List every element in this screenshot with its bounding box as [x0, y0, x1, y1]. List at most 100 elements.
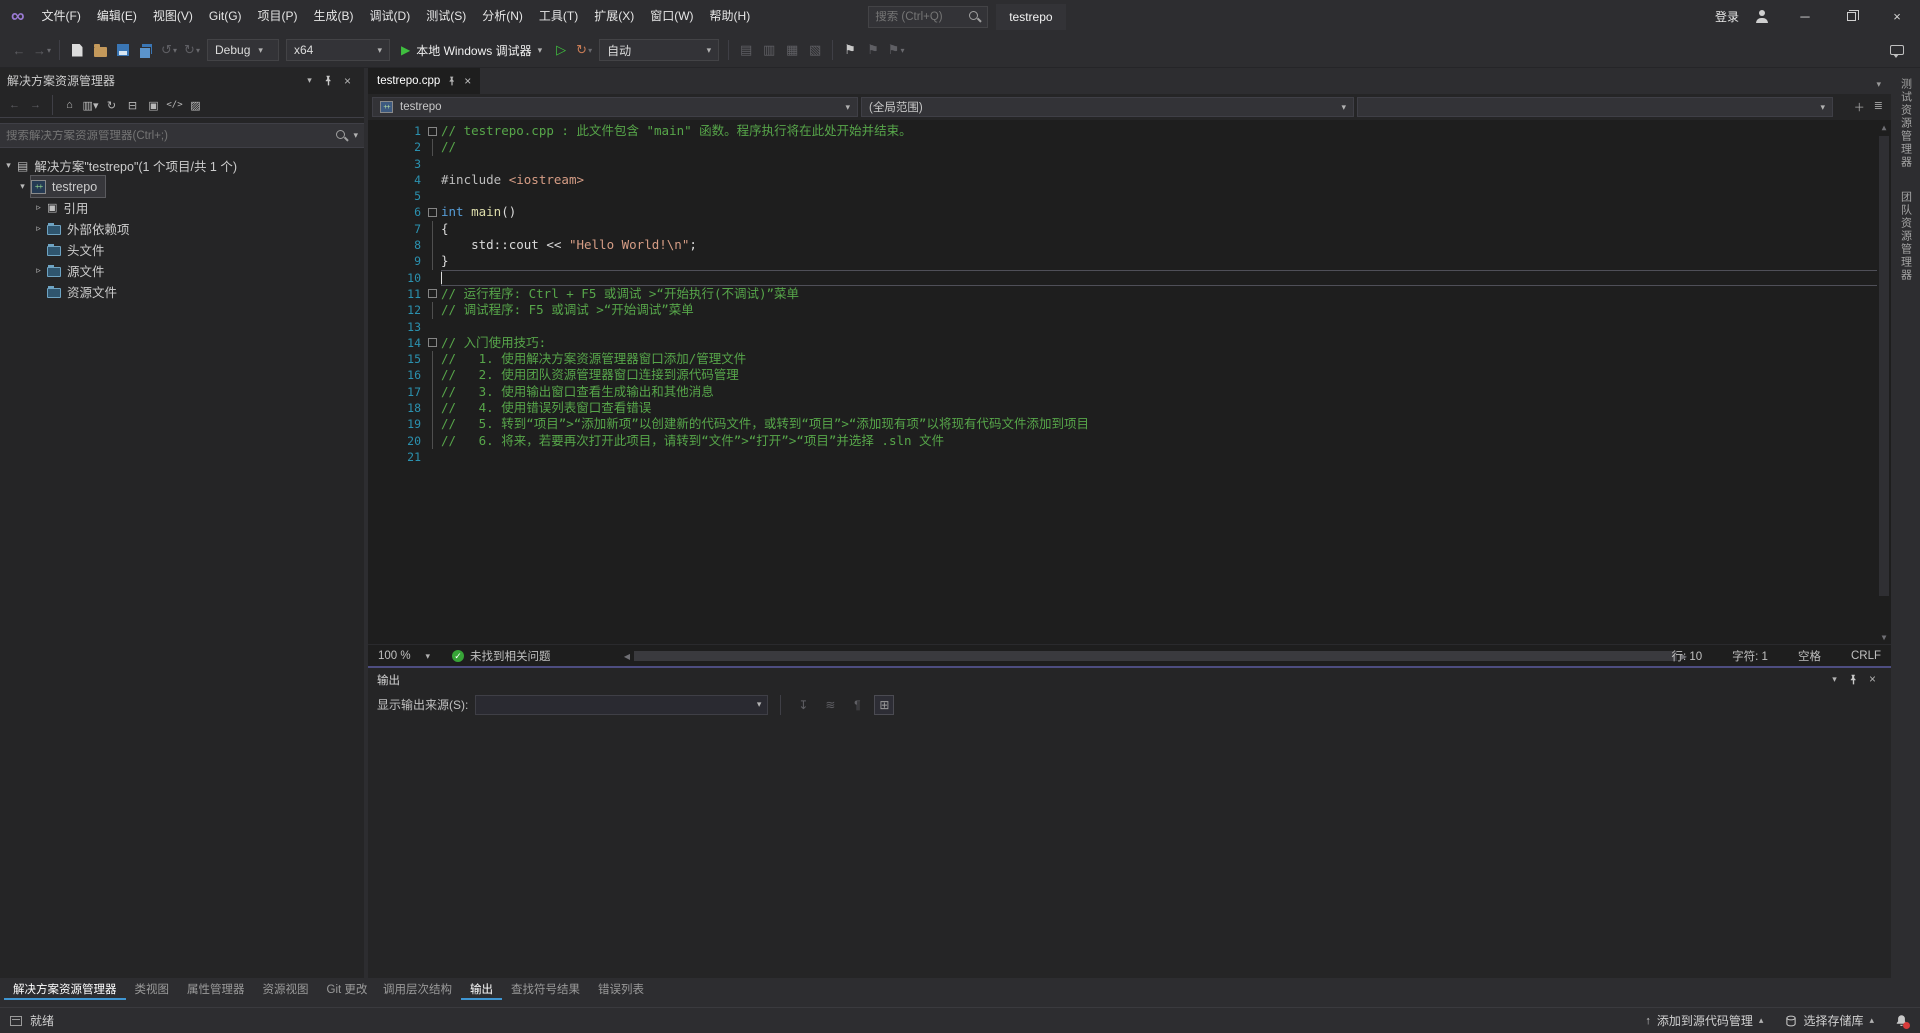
- code-line-4[interactable]: 4#include <iostream>: [368, 172, 1891, 188]
- breakpoint-margin[interactable]: [368, 319, 394, 335]
- right-autohide-tab-1[interactable]: 团队资源管理器: [1898, 191, 1914, 282]
- code-line-18[interactable]: 18// 4. 使用错误列表窗口查看错误: [368, 400, 1891, 416]
- tree-expanded-icon[interactable]: ▾: [14, 181, 31, 192]
- panel-tab-left-1[interactable]: 类视图: [126, 978, 179, 1000]
- panel-tab-left-3[interactable]: 资源视图: [254, 978, 318, 1000]
- pin-icon[interactable]: [447, 76, 457, 86]
- spaces-indicator[interactable]: 空格: [1798, 648, 1821, 664]
- menu-item-5[interactable]: 生成(B): [306, 0, 362, 33]
- next-bookmark-icon[interactable]: ⚑▾: [885, 38, 907, 62]
- split-editor-icon[interactable]: ≣: [1874, 99, 1883, 115]
- code-line-8[interactable]: 8 std::cout << "Hello World!\n";: [368, 237, 1891, 253]
- collapse-region-icon[interactable]: [428, 127, 437, 136]
- word-wrap-icon[interactable]: ¶: [847, 695, 867, 715]
- menu-item-2[interactable]: 视图(V): [145, 0, 201, 33]
- code-line-12[interactable]: 12// 调试程序: F5 或调试 >“开始调试”菜单: [368, 302, 1891, 318]
- tree-item-4[interactable]: 资源文件: [0, 281, 364, 302]
- solution-platform-dropdown[interactable]: x64▾: [286, 39, 390, 61]
- fold-margin[interactable]: [426, 123, 441, 139]
- code-line-1[interactable]: 1// testrepo.cpp : 此文件包含 "main" 函数。程序执行将…: [368, 123, 1891, 139]
- new-project-icon[interactable]: [66, 38, 88, 62]
- start-without-debugging-icon[interactable]: ▷: [550, 38, 572, 62]
- pending-changes-filter-icon[interactable]: ▥▾: [81, 96, 100, 115]
- panel-tab-center-1[interactable]: 输出: [461, 978, 502, 1000]
- output-panel-header[interactable]: 输出 ▾ ×: [368, 668, 1891, 691]
- document-health-indicator[interactable]: ✓ 未找到相关问题: [452, 647, 551, 665]
- panel-tab-center-2[interactable]: 查找符号结果: [502, 978, 589, 1000]
- tree-item-1[interactable]: ▹外部依赖项: [0, 218, 364, 239]
- add-to-source-control-button[interactable]: ↑ 添加到源代码管理 ▴: [1641, 1010, 1767, 1031]
- sign-in-button[interactable]: 登录: [1705, 8, 1749, 25]
- toggle-bookmark-icon[interactable]: ⚑: [839, 38, 861, 62]
- solution-explorer-header[interactable]: 解决方案资源管理器 ▾ ×: [0, 68, 364, 93]
- show-all-files-icon[interactable]: ▥: [758, 38, 780, 62]
- collapse-region-icon[interactable]: [428, 338, 437, 347]
- breakpoint-margin[interactable]: [368, 367, 394, 383]
- breakpoint-margin[interactable]: [368, 384, 394, 400]
- code-line-9[interactable]: 9}: [368, 253, 1891, 269]
- breakpoint-margin[interactable]: [368, 286, 394, 302]
- pin-icon[interactable]: [1844, 671, 1863, 689]
- code-line-17[interactable]: 17// 3. 使用输出窗口查看生成输出和其他消息: [368, 384, 1891, 400]
- tree-item-0[interactable]: ▹▣引用: [0, 197, 364, 218]
- hot-reload-icon[interactable]: ↻▾: [573, 38, 595, 62]
- breakpoint-margin[interactable]: [368, 172, 394, 188]
- scrollbar-thumb[interactable]: [634, 651, 1677, 661]
- quick-launch-search[interactable]: [868, 6, 988, 28]
- active-files-dropdown-icon[interactable]: ▾: [1876, 79, 1881, 90]
- code-line-20[interactable]: 20// 6. 将来，若要再次打开此项目，请转到“文件”>“打开”>“项目”并选…: [368, 433, 1891, 449]
- code-line-6[interactable]: 6int main(): [368, 204, 1891, 220]
- breakpoint-margin[interactable]: [368, 188, 394, 204]
- menu-item-11[interactable]: 窗口(W): [642, 0, 701, 33]
- notifications-bell-button[interactable]: [1892, 1012, 1910, 1030]
- chevron-down-icon[interactable]: ▾: [353, 130, 358, 141]
- breakpoint-margin[interactable]: [368, 270, 394, 286]
- menu-item-4[interactable]: 项目(P): [250, 0, 306, 33]
- breakpoint-margin[interactable]: [368, 302, 394, 318]
- solution-name-badge[interactable]: testrepo: [996, 4, 1065, 30]
- breakpoint-margin[interactable]: [368, 221, 394, 237]
- code-line-11[interactable]: 11// 运行程序: Ctrl + F5 或调试 >“开始执行(不调试)”菜单: [368, 286, 1891, 302]
- sync-with-active-document-icon[interactable]: ↻: [102, 96, 121, 115]
- editor-vertical-scrollbar[interactable]: ▲ ▼: [1877, 120, 1891, 644]
- tree-expanded-icon[interactable]: ▾: [0, 160, 17, 171]
- panel-tab-center-3[interactable]: 错误列表: [589, 978, 653, 1000]
- solution-explorer-search-input[interactable]: [6, 130, 331, 142]
- code-editor[interactable]: 1// testrepo.cpp : 此文件包含 "main" 函数。程序执行将…: [368, 120, 1891, 644]
- find-in-files-icon[interactable]: ▤: [735, 38, 757, 62]
- breakpoint-margin[interactable]: [368, 433, 394, 449]
- home-icon[interactable]: ⌂: [60, 96, 79, 115]
- line-ending-indicator[interactable]: CRLF: [1851, 650, 1881, 662]
- tree-collapsed-icon[interactable]: ▹: [30, 265, 47, 276]
- code-line-15[interactable]: 15// 1. 使用解决方案资源管理器窗口添加/管理文件: [368, 351, 1891, 367]
- save-icon[interactable]: [112, 38, 134, 62]
- breakpoint-margin[interactable]: [368, 156, 394, 172]
- code-line-14[interactable]: 14// 入门使用技巧:: [368, 335, 1891, 351]
- background-tasks-icon[interactable]: [10, 1016, 22, 1026]
- code-line-13[interactable]: 13: [368, 319, 1891, 335]
- fold-margin[interactable]: [426, 286, 441, 302]
- tab-testrepo-cpp[interactable]: testrepo.cpp ×: [368, 68, 480, 94]
- select-repository-button[interactable]: 选择存储库 ▴: [1781, 1010, 1878, 1031]
- editor-horizontal-scrollbar[interactable]: ◀ ▶: [620, 649, 1691, 663]
- tree-item-2[interactable]: 头文件: [0, 239, 364, 260]
- menu-item-10[interactable]: 扩展(X): [586, 0, 642, 33]
- save-all-icon[interactable]: [135, 38, 157, 62]
- tree-item-3[interactable]: ▹源文件: [0, 260, 364, 281]
- code-line-2[interactable]: 2//: [368, 139, 1891, 155]
- code-line-3[interactable]: 3: [368, 156, 1891, 172]
- scroll-left-icon[interactable]: ◀: [620, 652, 634, 661]
- window-menu-icon[interactable]: ▾: [1825, 671, 1844, 689]
- breakpoint-margin[interactable]: [368, 335, 394, 351]
- right-autohide-tab-0[interactable]: 测试资源管理器: [1898, 78, 1914, 169]
- panel-tab-center-0[interactable]: 调用层次结构: [374, 978, 461, 1000]
- breakpoint-margin[interactable]: [368, 351, 394, 367]
- close-icon[interactable]: ×: [338, 72, 357, 90]
- collapse-region-icon[interactable]: [428, 289, 437, 298]
- redo-icon[interactable]: ↻▾: [181, 38, 203, 62]
- feedback-icon[interactable]: [1886, 38, 1908, 62]
- menu-item-6[interactable]: 调试(D): [362, 0, 419, 33]
- panel-tab-left-4[interactable]: Git 更改: [318, 978, 377, 1000]
- code-line-16[interactable]: 16// 2. 使用团队资源管理器窗口连接到源代码管理: [368, 367, 1891, 383]
- menu-item-12[interactable]: 帮助(H): [702, 0, 759, 33]
